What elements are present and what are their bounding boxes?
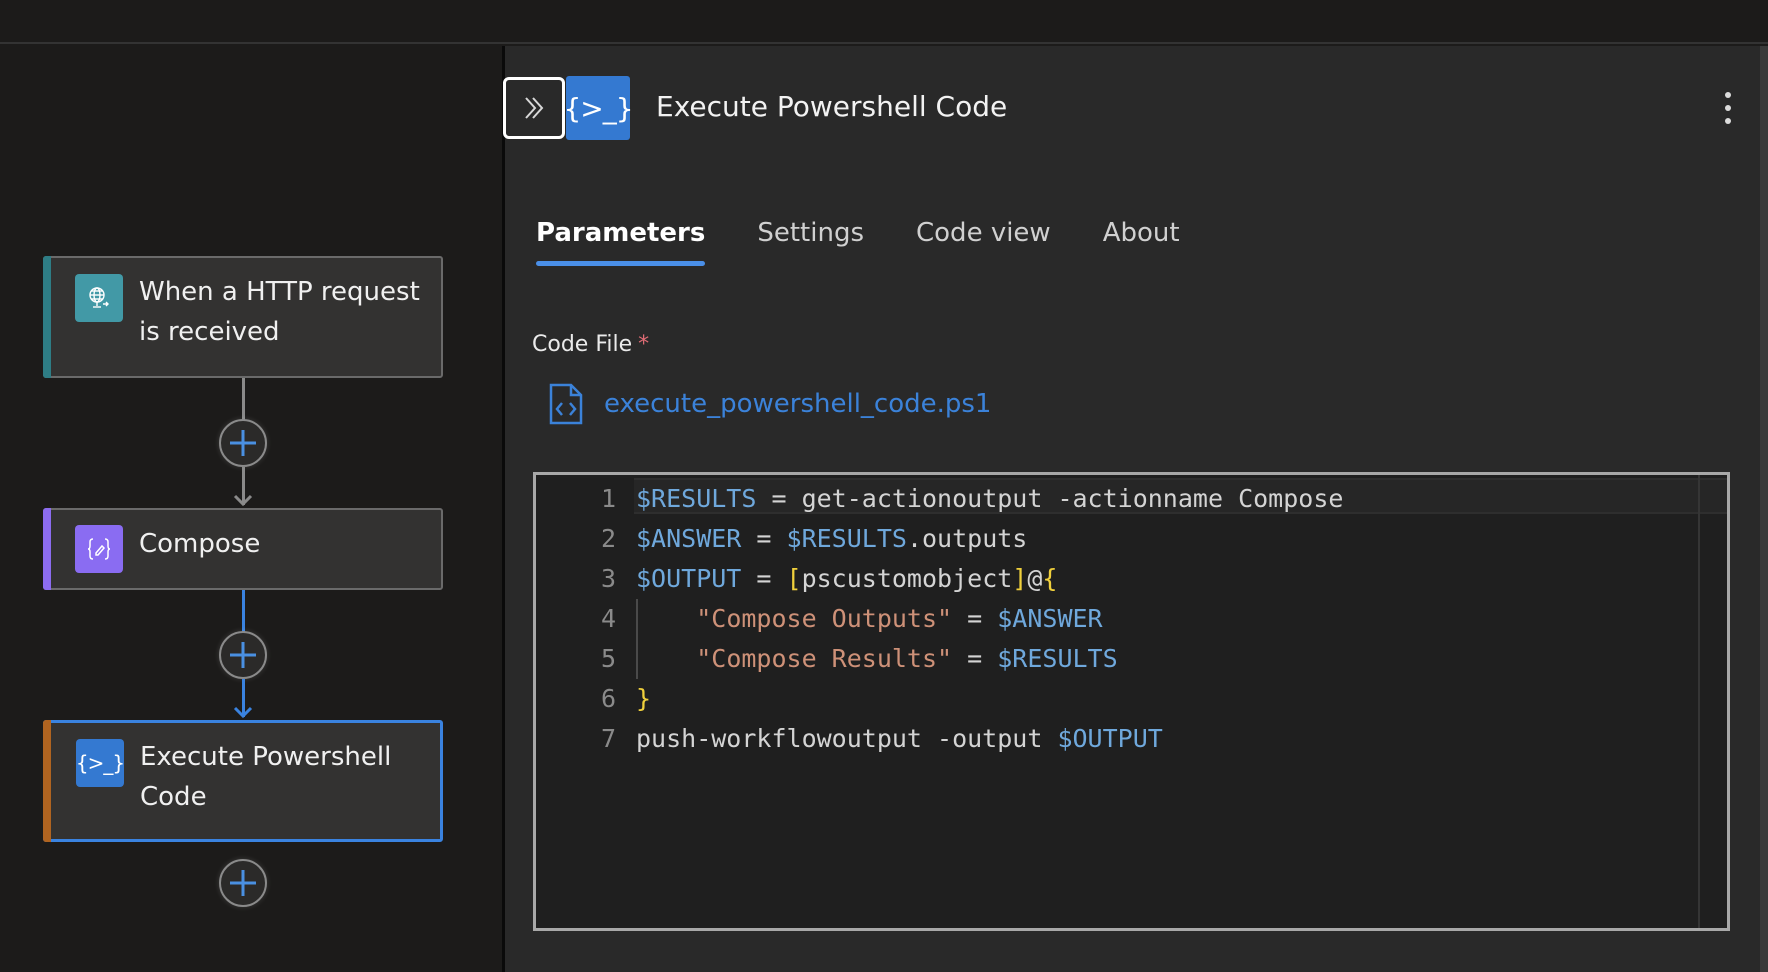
code-text: $ANSWER = $RESULTS.outputs	[636, 519, 1027, 559]
code-token-plain: =	[741, 524, 787, 553]
node-label: Execute Powershell Code	[140, 742, 392, 812]
field-label-text: Code File	[532, 332, 633, 357]
code-token-brk: {	[1042, 564, 1058, 593]
code-line[interactable]: 7 push-workflowoutput -output $OUTPUT	[536, 719, 1163, 759]
code-token-brk: [	[786, 564, 802, 593]
code-token-plain: =	[952, 644, 998, 673]
more-vertical-icon-dot	[1725, 118, 1731, 124]
powershell-icon: {>_}	[76, 739, 125, 787]
plus-icon	[230, 430, 256, 456]
file-name[interactable]: execute_powershell_code.ps1	[604, 389, 991, 419]
compose-braces-icon	[75, 525, 123, 573]
code-line[interactable]: 2 $ANSWER = $RESULTS.outputs	[536, 519, 1027, 559]
page-scrollbar[interactable]	[1760, 46, 1768, 972]
tab-code-view[interactable]: Code view	[916, 218, 1051, 266]
add-step-button[interactable]	[219, 859, 267, 907]
code-token-var: $ANSWER	[636, 524, 742, 553]
code-text: "Compose Results" = $RESULTS	[636, 639, 1118, 679]
code-line[interactable]: 3 $OUTPUT = [pscustomobject]@{	[536, 559, 1058, 599]
top-bar	[0, 0, 1768, 44]
line-number: 3	[600, 564, 616, 593]
more-vertical-icon	[1725, 92, 1731, 98]
code-line[interactable]: 4 "Compose Outputs" = $ANSWER	[536, 599, 1103, 639]
line-number: 2	[600, 524, 616, 553]
tab-about[interactable]: About	[1103, 218, 1180, 266]
tab-settings[interactable]: Settings	[757, 218, 864, 266]
code-text: $RESULTS = get-actionoutput -actionname …	[636, 479, 1343, 519]
line-number: 5	[600, 644, 616, 673]
code-token-str: "Compose Results"	[696, 644, 953, 673]
code-token-str: "Compose Outputs"	[696, 604, 953, 633]
code-editor[interactable]: 1 $RESULTS = get-actionoutput -actionname…	[533, 472, 1730, 931]
code-token-plain: =	[741, 564, 787, 593]
code-token-plain: pscustomobject	[801, 564, 1013, 593]
code-file-icon	[549, 383, 583, 425]
connector-line	[242, 378, 245, 420]
code-token-var: $ANSWER	[997, 604, 1103, 633]
flow-node-execute-powershell[interactable]: {>_} Execute Powershell Code	[43, 720, 443, 842]
panel-tabs: Parameters Settings Code view About	[536, 218, 1232, 266]
line-number: 7	[600, 724, 616, 753]
arrow-down-icon	[233, 494, 253, 506]
node-accent-bar	[43, 720, 51, 842]
add-step-button[interactable]	[219, 419, 267, 467]
node-label: When a HTTP request is received	[139, 277, 420, 347]
code-token-brk: ]	[1012, 564, 1028, 593]
code-file-label: Code File *	[532, 332, 649, 357]
more-vertical-icon-dot	[1725, 105, 1731, 111]
node-accent-bar	[43, 256, 51, 378]
more-options-button[interactable]	[1718, 92, 1738, 124]
collapse-panel-button[interactable]	[503, 77, 565, 139]
plus-icon	[230, 642, 256, 668]
panel-title: Execute Powershell Code	[656, 90, 1008, 123]
code-token-plain: .outputs	[906, 524, 1028, 553]
connector-line	[242, 590, 245, 632]
line-number: 1	[600, 484, 616, 513]
editor-minimap-divider	[1698, 475, 1700, 928]
flow-node-http-trigger[interactable]: When a HTTP request is received	[43, 256, 443, 378]
arrow-down-icon	[233, 706, 253, 718]
code-token-plain: @	[1027, 564, 1043, 593]
line-number: 6	[600, 684, 616, 713]
code-token-var: $RESULTS	[636, 484, 757, 513]
code-token-var: $RESULTS	[997, 644, 1118, 673]
add-step-button[interactable]	[219, 631, 267, 679]
plus-icon	[230, 870, 256, 896]
code-file-link[interactable]: execute_powershell_code.ps1	[548, 382, 991, 426]
globe-request-icon	[75, 274, 123, 322]
tab-parameters[interactable]: Parameters	[536, 218, 706, 266]
powershell-icon: {>_}	[563, 76, 634, 140]
code-token-var: $RESULTS	[786, 524, 907, 553]
code-token-plain: =	[952, 604, 998, 633]
code-token-brk: }	[636, 684, 652, 713]
code-text: $OUTPUT = [pscustomobject]@{	[636, 559, 1057, 599]
code-line[interactable]: 6}	[536, 679, 651, 719]
node-accent-bar	[43, 508, 51, 590]
node-label: Compose	[139, 529, 261, 559]
required-marker: *	[638, 332, 650, 357]
code-token-var: $OUTPUT	[636, 564, 742, 593]
code-token-plain: = get-actionoutput -actionname Compose	[756, 484, 1344, 513]
line-number: 4	[600, 604, 616, 633]
code-line[interactable]: 5 "Compose Results" = $RESULTS	[536, 639, 1118, 679]
code-line[interactable]: 1 $RESULTS = get-actionoutput -actionname…	[536, 479, 1343, 519]
chevron-double-right-icon	[525, 97, 544, 119]
code-token-var: $OUTPUT	[1057, 724, 1163, 753]
flow-node-compose[interactable]: Compose	[43, 508, 443, 590]
code-text: push-workflowoutput -output $OUTPUT	[636, 719, 1163, 759]
code-text: "Compose Outputs" = $ANSWER	[636, 599, 1103, 639]
code-token-plain: push-workflowoutput -output	[636, 724, 1058, 753]
code-text: }	[636, 679, 651, 719]
